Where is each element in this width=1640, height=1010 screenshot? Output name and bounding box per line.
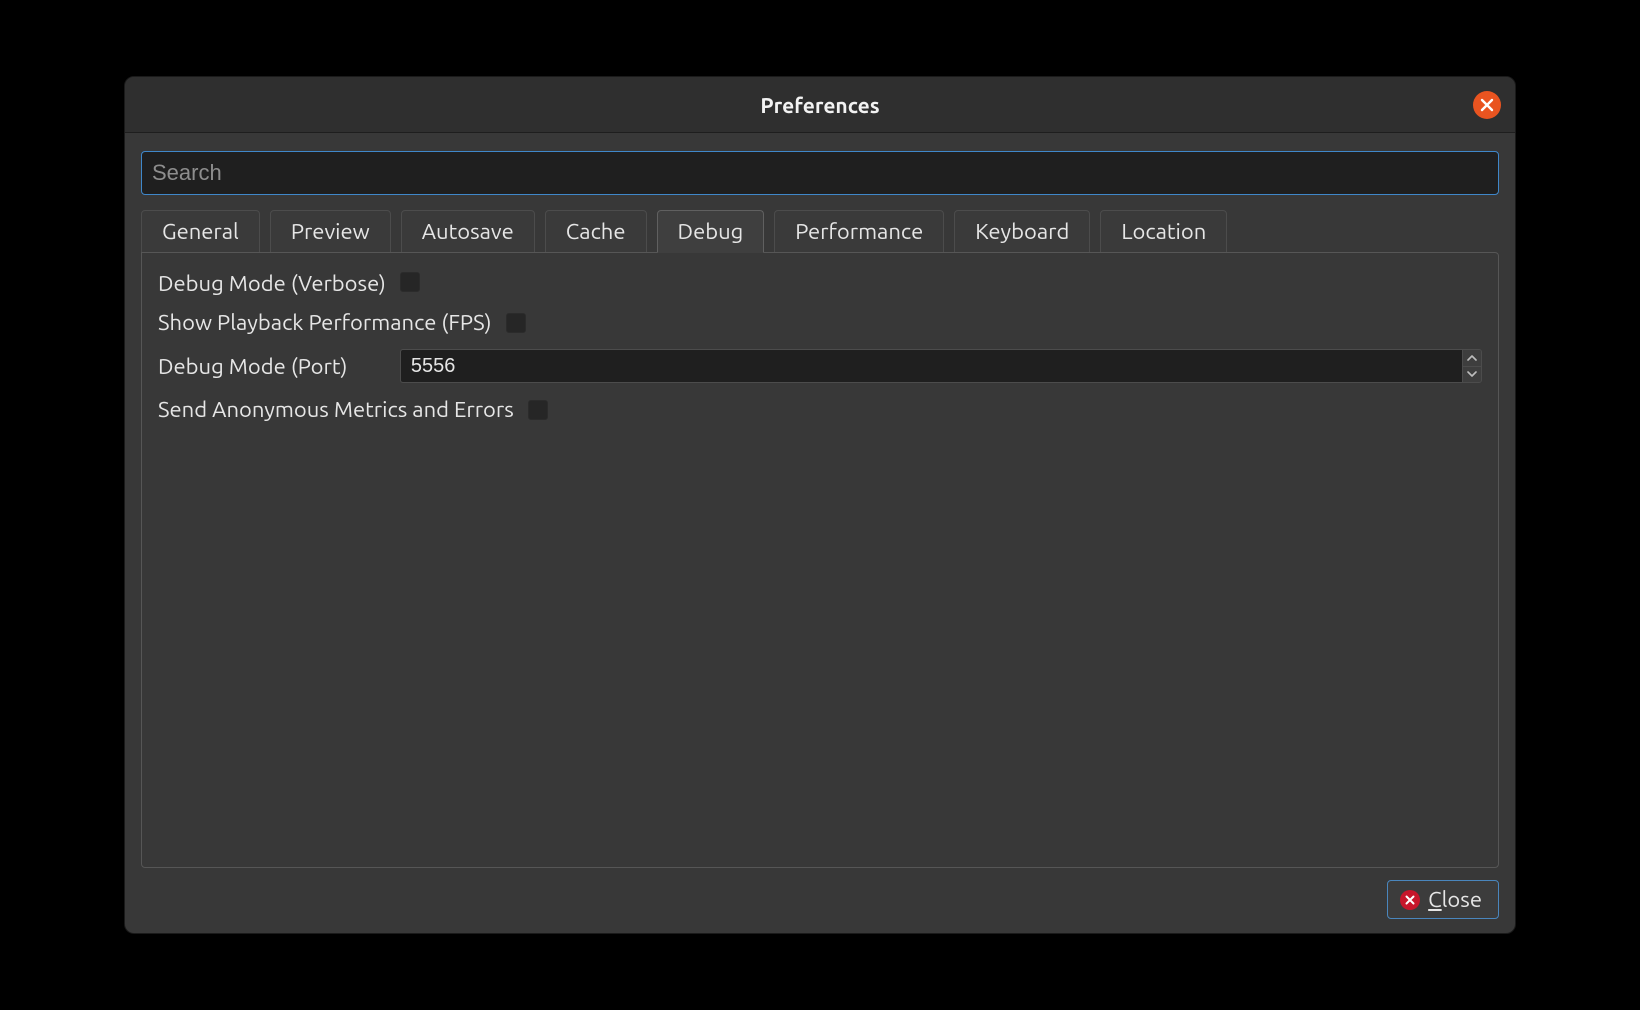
checkbox-debug-verbose[interactable] [400, 272, 420, 292]
close-button[interactable]: Close [1387, 880, 1499, 919]
dialog-title: Preferences [760, 93, 879, 117]
close-icon [1480, 98, 1494, 112]
search-input[interactable] [141, 151, 1499, 195]
label-fps: Show Playback Performance (FPS) [158, 310, 492, 335]
search-wrap [141, 151, 1499, 209]
debug-form: Debug Mode (Verbose) Show Playback Perfo… [158, 271, 1482, 422]
label-debug-verbose: Debug Mode (Verbose) [158, 271, 386, 296]
checkbox-metrics[interactable] [528, 400, 548, 420]
chevron-down-icon [1467, 371, 1477, 378]
tab-performance[interactable]: Performance [774, 210, 944, 253]
close-button-label: Close [1428, 887, 1482, 912]
row-fps: Show Playback Performance (FPS) [158, 310, 1482, 335]
dialog-body: General Preview Autosave Cache Debug Per… [125, 133, 1515, 933]
preferences-dialog: Preferences General Preview Autosave Cac… [124, 76, 1516, 934]
spin-up-button[interactable] [1463, 350, 1481, 366]
tab-autosave[interactable]: Autosave [401, 210, 535, 253]
tab-preview[interactable]: Preview [270, 210, 391, 253]
tabs-row: General Preview Autosave Cache Debug Per… [141, 209, 1499, 252]
dialog-footer: Close [141, 868, 1499, 919]
cell-debug-verbose [400, 272, 1482, 296]
tab-location[interactable]: Location [1100, 210, 1227, 253]
chevron-up-icon [1467, 354, 1477, 361]
debug-panel: Debug Mode (Verbose) Show Playback Perfo… [141, 252, 1499, 868]
tab-keyboard[interactable]: Keyboard [954, 210, 1090, 253]
debug-port-input[interactable] [400, 349, 1462, 383]
debug-port-stepper [400, 349, 1482, 383]
workspace: Preferences General Preview Autosave Cac… [0, 0, 1640, 1010]
titlebar: Preferences [125, 77, 1515, 133]
label-metrics: Send Anonymous Metrics and Errors [158, 397, 514, 422]
tab-general[interactable]: General [141, 210, 260, 253]
tab-cache[interactable]: Cache [545, 210, 647, 253]
row-metrics: Send Anonymous Metrics and Errors [158, 397, 1482, 422]
close-badge-icon [1400, 890, 1420, 910]
spin-buttons [1462, 349, 1482, 383]
label-debug-port: Debug Mode (Port) [158, 354, 386, 379]
spin-down-button[interactable] [1463, 366, 1481, 383]
checkbox-fps[interactable] [506, 313, 526, 333]
tab-debug[interactable]: Debug [657, 210, 765, 253]
window-close-button[interactable] [1473, 91, 1501, 119]
